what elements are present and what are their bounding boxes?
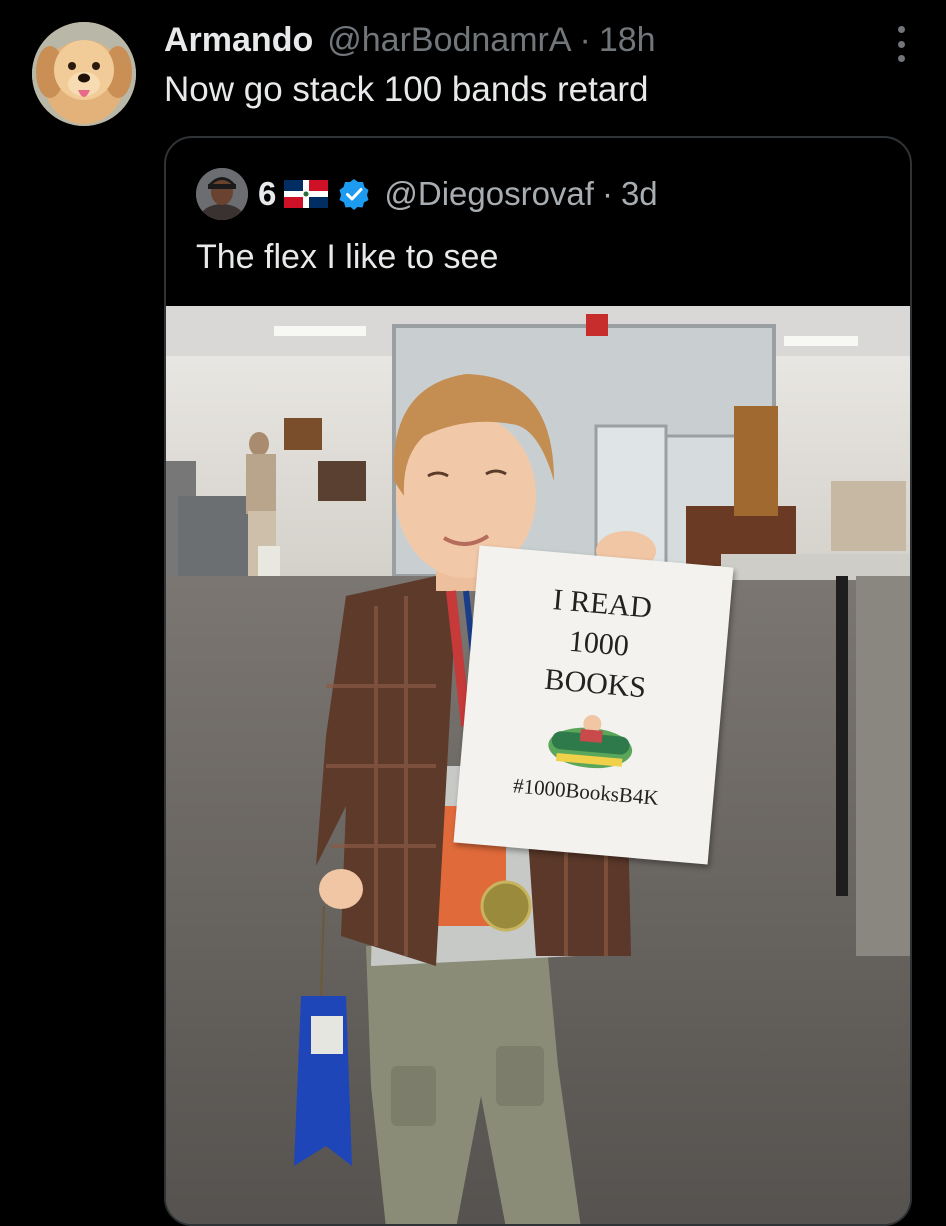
more-options-icon[interactable]	[896, 26, 906, 62]
tweet-header: Armando @harBodnamrA · 18h	[164, 16, 656, 64]
timestamp[interactable]: 18h	[599, 21, 656, 60]
golden-retriever-avatar-icon	[32, 22, 136, 126]
verified-badge-icon	[339, 179, 369, 210]
user-avatar[interactable]	[32, 22, 136, 126]
person-avatar-icon	[196, 168, 248, 220]
dominican-republic-flag-icon	[284, 180, 329, 208]
display-name[interactable]: Armando	[164, 21, 313, 60]
quoted-tweet-photo[interactable]: I READ 1000 BOOKS #1000BooksB4K	[166, 306, 910, 1224]
tweet-text: Now go stack 100 bands retard	[164, 70, 649, 109]
separator-dot: ·	[579, 20, 591, 59]
tweet[interactable]: Armando @harBodnamrA · 18h Now go stack …	[0, 0, 946, 1226]
user-handle[interactable]: @harBodnamrA	[327, 21, 571, 60]
1000-books-logo-icon	[547, 714, 632, 769]
quoted-separator-dot: ·	[601, 175, 613, 212]
reading-sign: I READ 1000 BOOKS #1000BooksB4K	[453, 545, 734, 865]
quoted-tweet[interactable]: 6 @Diegosrovaf · 3d The flex I like to s…	[164, 136, 912, 1226]
sign-hashtag: #1000BooksB4K	[512, 773, 660, 810]
quoted-display-name[interactable]: 6	[258, 175, 276, 213]
quoted-avatar[interactable]	[196, 168, 248, 220]
quoted-user-handle[interactable]: @Diegosrovaf	[384, 175, 594, 213]
quoted-tweet-header: 6 @Diegosrovaf · 3d	[196, 166, 658, 222]
quoted-timestamp[interactable]: 3d	[621, 175, 658, 213]
quoted-tweet-text: The flex I like to see	[196, 238, 499, 276]
